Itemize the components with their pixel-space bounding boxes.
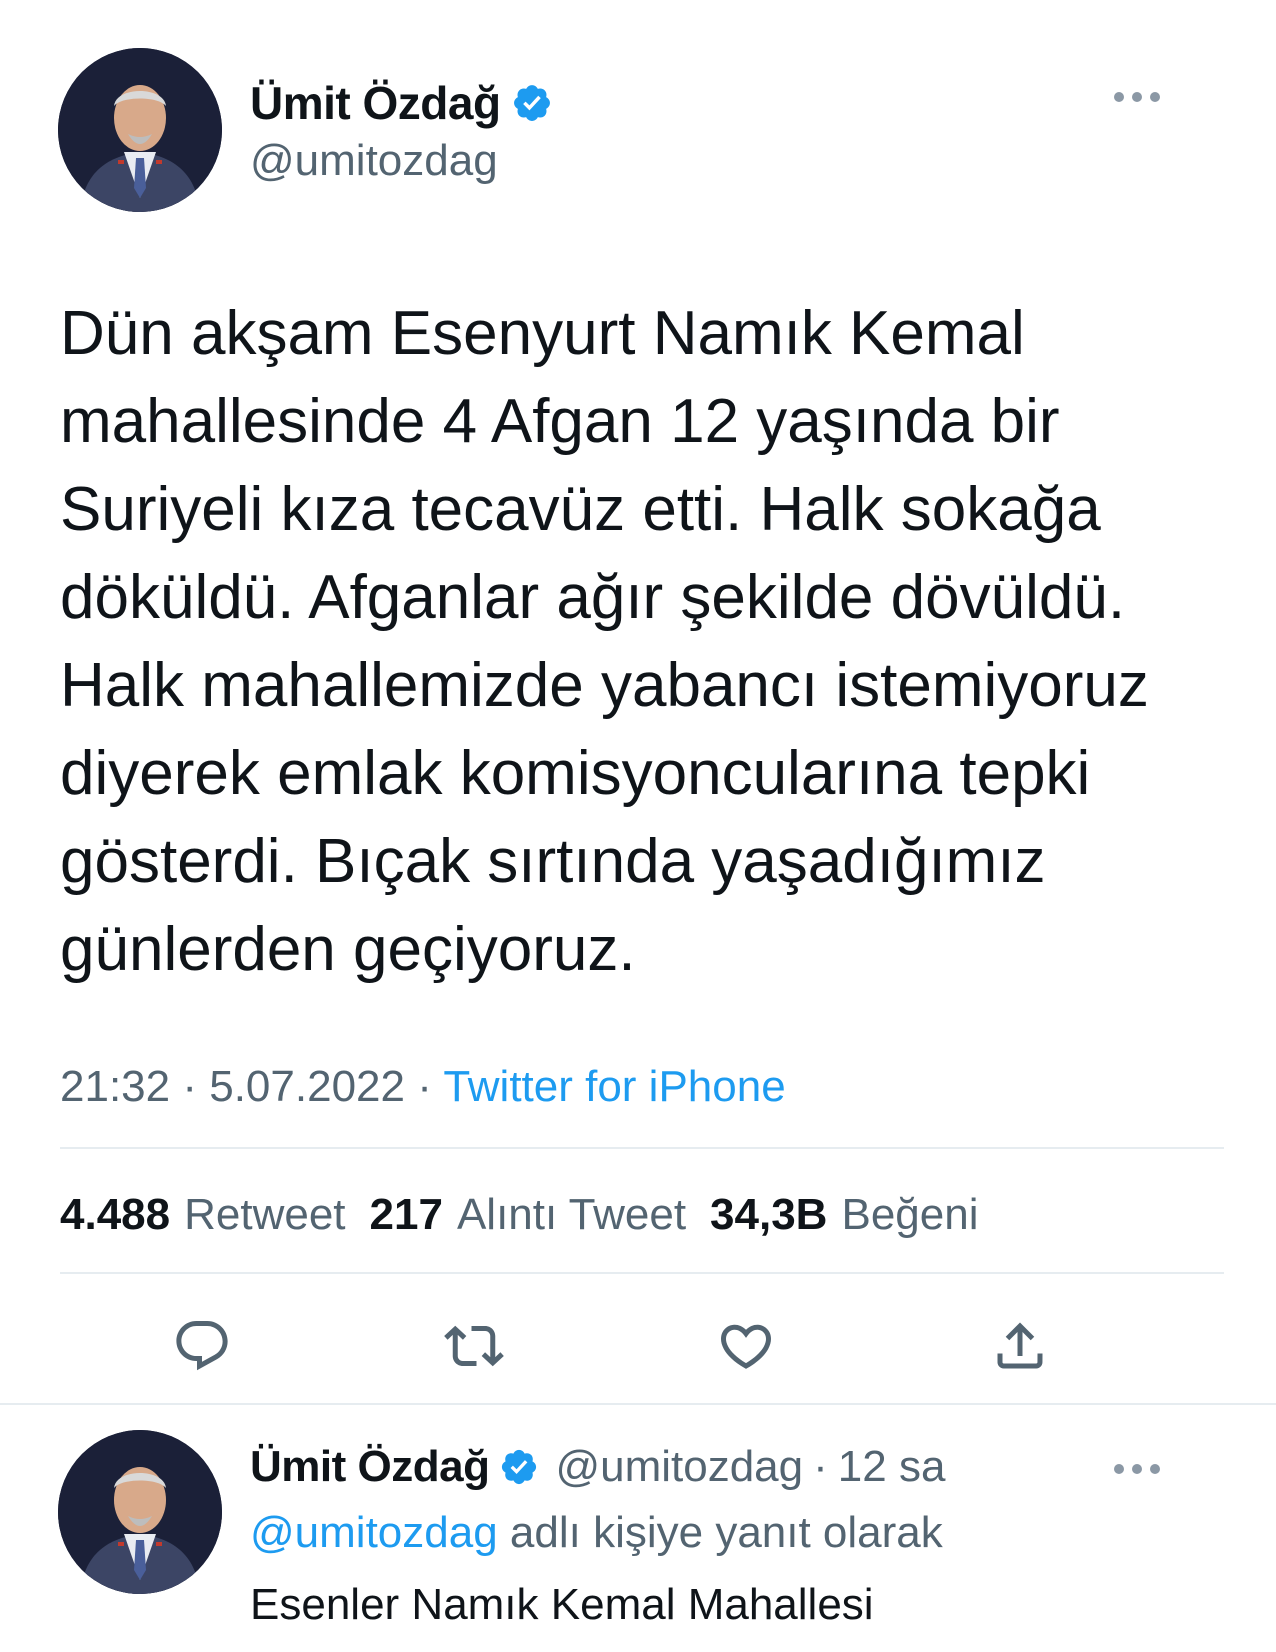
reply-author-name[interactable]: Ümit Özdağ [250, 1442, 490, 1492]
divider [60, 1147, 1224, 1149]
reply-button[interactable] [166, 1310, 238, 1382]
reply-header: Ümit Özdağ @umitozdag · 12 sa [250, 1442, 945, 1492]
verified-badge-icon [511, 82, 553, 124]
reply-age[interactable]: 12 sa [838, 1442, 946, 1492]
author-name[interactable]: Ümit Özdağ [250, 76, 501, 130]
like-count-value: 34,3B [710, 1190, 828, 1239]
divider [0, 1403, 1276, 1405]
tweet-text: Dün akşam Esenyurt Namık Kemal mahallesi… [60, 299, 1149, 984]
retweet-button[interactable] [438, 1310, 510, 1382]
tweet-date[interactable]: 5.07.2022 [209, 1062, 405, 1111]
retweet-icon [444, 1325, 504, 1367]
quote-count[interactable]: 217 Alıntı Tweet [370, 1190, 687, 1240]
like-count[interactable]: 34,3B Beğeni [710, 1190, 978, 1240]
like-icon [720, 1324, 772, 1369]
tweet-source-link[interactable]: Twitter for iPhone [443, 1062, 785, 1111]
more-options-icon[interactable] [1114, 90, 1160, 104]
like-count-label: Beğeni [841, 1190, 979, 1239]
retweet-count-value: 4.488 [60, 1190, 171, 1239]
reply-author-avatar[interactable] [58, 1430, 222, 1594]
divider [60, 1272, 1224, 1274]
quote-count-value: 217 [369, 1190, 443, 1239]
tweet-meta: 21:32 · 5.07.2022 · Twitter for iPhone [60, 1062, 786, 1112]
reply-separator: · [813, 1442, 828, 1491]
tweet-detail-page: Ümit Özdağ @umitozdag Dün akşam Esenyurt… [0, 0, 1276, 1652]
replying-to: @umitozdag adlı kişiye yanıt olarak [250, 1508, 943, 1558]
reply-text: Esenler Namık Kemal Mahallesi [250, 1580, 874, 1629]
avatar-image [58, 48, 222, 212]
replying-to-mention[interactable]: @umitozdag [250, 1508, 498, 1557]
avatar-image [58, 1430, 222, 1594]
meta-separator: · [417, 1062, 432, 1111]
author-avatar[interactable] [58, 48, 222, 212]
reply-more-options-icon[interactable] [1114, 1462, 1160, 1476]
retweet-count-label: Retweet [184, 1190, 346, 1239]
quote-count-label: Alıntı Tweet [456, 1190, 687, 1239]
verified-badge-icon [499, 1447, 539, 1487]
reply-icon [176, 1321, 228, 1371]
share-button[interactable] [984, 1310, 1056, 1382]
reply-author-handle[interactable]: @umitozdag [555, 1442, 803, 1492]
retweet-count[interactable]: 4.488 Retweet [60, 1190, 346, 1240]
tweet-stats: 4.488 Retweet 217 Alıntı Tweet 34,3B Beğeni [60, 1190, 978, 1240]
meta-separator: · [182, 1062, 197, 1111]
author-name-row[interactable]: Ümit Özdağ [250, 76, 553, 130]
author-handle[interactable]: @umitozdag [250, 136, 498, 186]
like-button[interactable] [710, 1310, 782, 1382]
tweet-time[interactable]: 21:32 [60, 1062, 170, 1111]
share-icon [997, 1322, 1043, 1369]
replying-to-suffix: adlı kişiye yanıt olarak [509, 1508, 943, 1557]
